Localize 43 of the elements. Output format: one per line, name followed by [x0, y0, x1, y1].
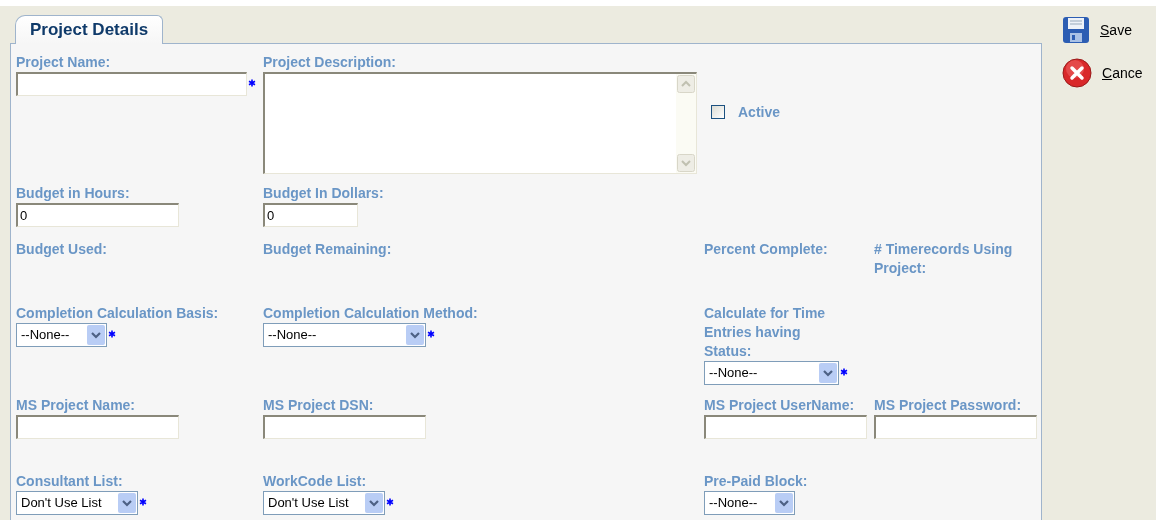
field-label: MS Project UserName:: [704, 396, 856, 415]
dropdown[interactable]: Don't Use List: [263, 491, 385, 515]
dropdown[interactable]: --None--: [16, 323, 107, 347]
field-label: Budget In Dollars:: [263, 184, 385, 203]
dropdown[interactable]: Don't Use List: [16, 491, 138, 515]
text-field[interactable]: [16, 415, 179, 439]
tab[interactable]: Project Details: [15, 15, 164, 44]
dropdown[interactable]: --None--: [263, 323, 426, 347]
field-label: Project Description:: [263, 53, 398, 72]
text-field[interactable]: [16, 72, 247, 96]
field-label: Consultant List:: [16, 472, 124, 491]
field-label: Project Name:: [16, 53, 112, 72]
cancel-button[interactable]: Cance: [1062, 58, 1143, 88]
field-label: # Timerecords Using Project:: [874, 240, 1014, 278]
field-label: Completion Calculation Method:: [263, 304, 479, 323]
field-label: WorkCode List:: [263, 472, 368, 491]
field-label: Budget Remaining:: [263, 240, 393, 259]
chevron-down-icon: [775, 493, 793, 513]
close-icon: [1062, 58, 1092, 88]
text-field[interactable]: [704, 415, 867, 439]
field-label: Budget in Hours:: [16, 184, 131, 203]
checkbox[interactable]: [711, 105, 725, 119]
text-field[interactable]: 0: [263, 203, 358, 227]
chevron-down-icon: [365, 493, 383, 513]
field-label: Completion Calculation Basis:: [16, 304, 220, 323]
dropdown[interactable]: --None--: [704, 491, 795, 515]
save-button[interactable]: Save: [1062, 16, 1143, 44]
field-label: MS Project DSN:: [263, 396, 375, 415]
field-label: Percent Complete:: [704, 240, 829, 259]
field-label: Budget Used:: [16, 240, 108, 259]
dropdown[interactable]: --None--: [704, 361, 839, 385]
field-label: Pre-Paid Block:: [704, 472, 809, 491]
field-label: Calculate for Time Entries having Status:: [704, 304, 827, 361]
field-label: Active: [737, 103, 782, 122]
text-field[interactable]: 0: [16, 203, 179, 227]
chevron-down-icon: [87, 325, 105, 345]
field-label: MS Project Name:: [16, 396, 137, 415]
chevron-down-icon: [118, 493, 136, 513]
chevron-down-icon: [819, 363, 837, 383]
text-field[interactable]: [874, 415, 1037, 439]
field-label: MS Project Password:: [874, 396, 1023, 415]
text-field[interactable]: [263, 415, 426, 439]
chevron-down-icon: [406, 325, 424, 345]
